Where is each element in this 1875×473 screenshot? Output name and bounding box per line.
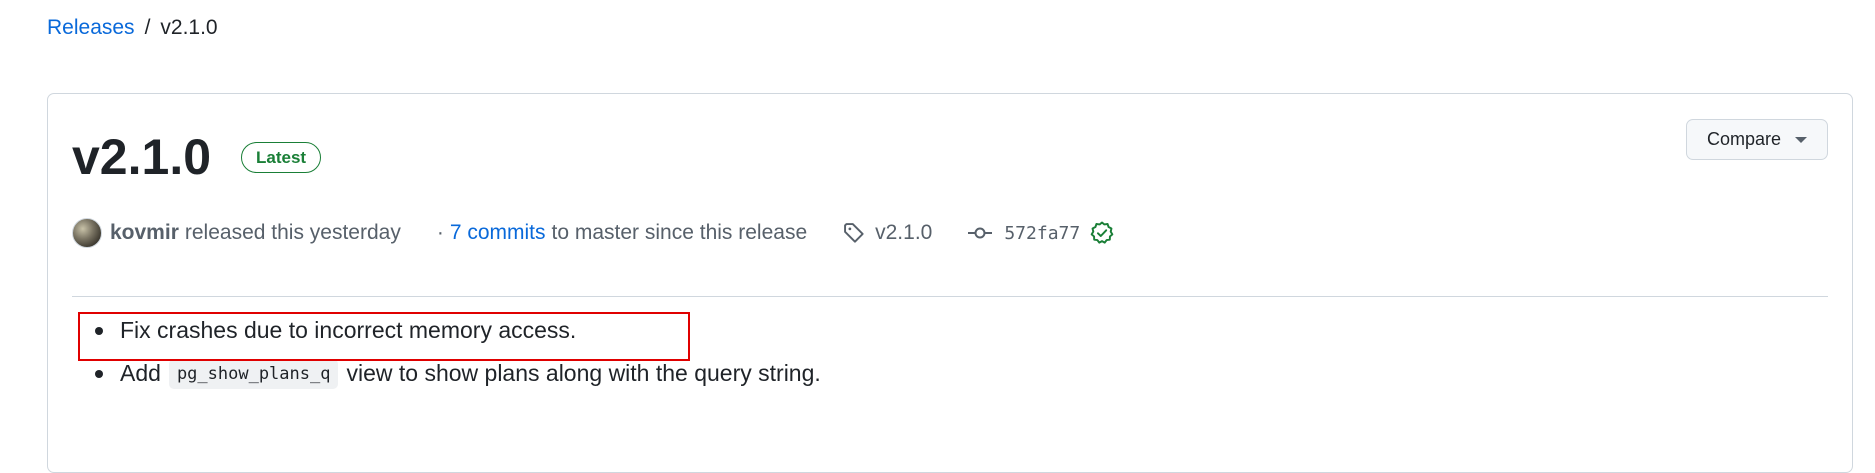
- compare-button-label: Compare: [1706, 129, 1782, 149]
- compare-button[interactable]: Compare: [1686, 119, 1828, 160]
- breadcrumb-separator: /: [144, 16, 151, 39]
- breadcrumb: Releases / v2.1.0: [47, 16, 218, 40]
- breadcrumb-current: v2.1.0: [160, 16, 218, 39]
- note-text: Fix crashes due to incorrect memory acce…: [120, 317, 577, 343]
- release-notes: Fix crashes due to incorrect memory acce…: [72, 309, 1172, 395]
- author-link[interactable]: kovmir: [110, 221, 179, 245]
- tag-icon: [843, 222, 865, 244]
- note-suffix: view to show plans along with the query …: [346, 360, 821, 386]
- release-header: v2.1.0 Latest: [72, 132, 322, 182]
- list-item: Fix crashes due to incorrect memory acce…: [72, 309, 1172, 352]
- inline-code: pg_show_plans_q: [168, 358, 339, 389]
- commits-link[interactable]: 7 commits: [450, 221, 546, 245]
- divider: [72, 296, 1828, 297]
- caret-down-icon: [1795, 136, 1808, 143]
- verified-check-icon[interactable]: [1090, 221, 1114, 245]
- meta-dot-separator: ·: [436, 221, 444, 244]
- release-card: v2.1.0 Latest Compare kovmir released th…: [47, 93, 1853, 473]
- tag-link[interactable]: v2.1.0: [875, 221, 932, 245]
- bullet: [95, 326, 103, 335]
- release-meta: kovmir released this yesterday · 7 commi…: [72, 218, 1114, 248]
- note-prefix: Add: [120, 360, 161, 386]
- released-text: released this yesterday: [184, 221, 401, 244]
- avatar[interactable]: [72, 218, 102, 248]
- git-commit-icon: [968, 225, 993, 241]
- commits-text: to master since this release: [551, 221, 808, 244]
- breadcrumb-releases-link[interactable]: Releases: [47, 16, 135, 40]
- bullet: [95, 369, 103, 378]
- list-item: Add pg_show_plans_q view to show plans a…: [72, 352, 1172, 395]
- release-title[interactable]: v2.1.0: [72, 132, 211, 182]
- commit-sha-link[interactable]: 572fa77: [1004, 223, 1080, 244]
- latest-badge: Latest: [241, 141, 322, 173]
